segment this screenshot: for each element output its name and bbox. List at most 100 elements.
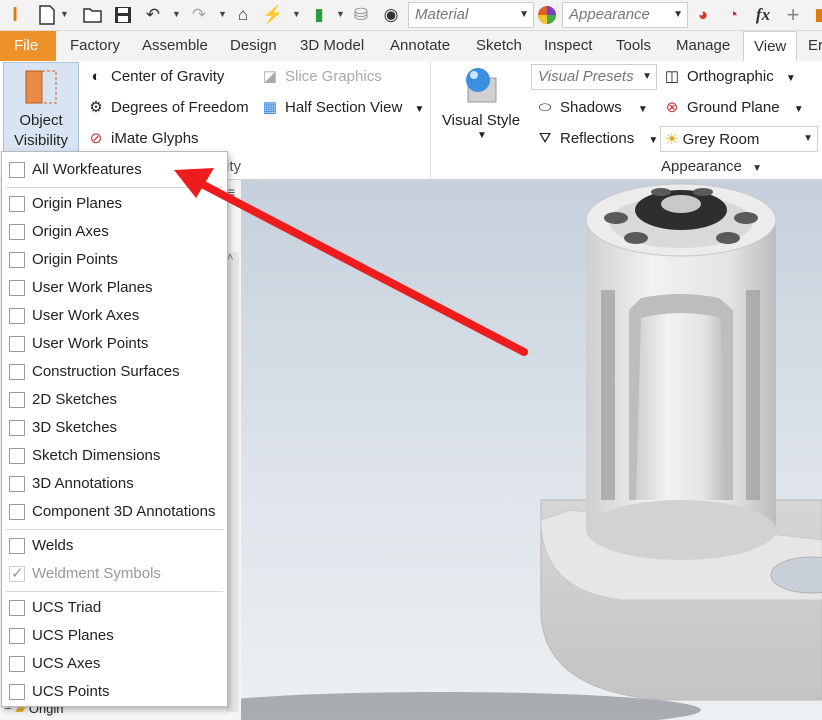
menu-item-construction-surfaces[interactable]: Construction Surfaces — [2, 359, 227, 385]
tab-sketch[interactable]: Sketch — [476, 31, 522, 61]
undo-dropdown-icon[interactable]: ▼ — [172, 9, 181, 21]
shadows-button[interactable]: ⬭ Shadows ▼ — [535, 96, 648, 120]
checkbox[interactable] — [9, 224, 25, 240]
tab-tools[interactable]: Tools — [616, 31, 651, 61]
tab-3d-model[interactable]: 3D Model — [300, 31, 364, 61]
open-folder-icon[interactable] — [82, 4, 104, 26]
color-override-icon[interactable]: ◉ — [380, 4, 402, 26]
appearance-panel-label[interactable]: Appearance ▼ — [661, 158, 762, 175]
inventor-logo-icon[interactable]: I — [4, 4, 26, 26]
tab-inspect[interactable]: Inspect — [544, 31, 592, 61]
checkbox[interactable] — [9, 538, 25, 554]
menu-item-user-work-planes[interactable]: User Work Planes — [2, 275, 227, 301]
new-file-icon[interactable] — [36, 4, 58, 26]
menu-item-ucs-points[interactable]: UCS Points — [2, 679, 227, 705]
menu-item-all-workfeatures[interactable]: All Workfeatures — [2, 157, 227, 183]
menu-item-label: UCS Planes — [32, 627, 114, 644]
menu-item-user-work-axes[interactable]: User Work Axes — [2, 303, 227, 329]
checkbox[interactable] — [9, 308, 25, 324]
shadows-dropdown-icon[interactable]: ▼ — [638, 104, 648, 115]
return-dropdown-icon[interactable]: ▼ — [292, 9, 301, 21]
checkbox-checked — [9, 564, 25, 582]
menu-item-component-3d-annotations[interactable]: Component 3D Annotations — [2, 499, 227, 525]
tab-file[interactable]: File — [0, 31, 56, 61]
menu-item-3d-annotations[interactable]: 3D Annotations — [2, 471, 227, 497]
checkbox[interactable] — [9, 420, 25, 436]
tab-assemble[interactable]: Assemble — [142, 31, 208, 61]
reflections-dropdown-icon[interactable]: ▼ — [648, 135, 658, 146]
half-section-view-button[interactable]: ▦ Half Section View ▼ — [260, 96, 424, 120]
redo-dropdown-icon[interactable]: ▼ — [218, 9, 227, 21]
fx-icon[interactable]: fx — [752, 4, 774, 26]
clear-appearance-icon[interactable]: ◔ — [722, 4, 744, 26]
checkbox[interactable] — [9, 252, 25, 268]
menu-item-origin-points[interactable]: Origin Points — [2, 247, 227, 273]
grey-room-combo[interactable]: ☀ Grey Room ▼ — [660, 126, 818, 152]
half-section-view-label: Half Section View — [285, 99, 403, 116]
checkbox[interactable] — [9, 684, 25, 700]
ground-plane-button[interactable]: ⊗ Ground Plane ▼ — [662, 96, 804, 120]
select-icon[interactable]: ⛁ — [350, 4, 372, 26]
menu-item-welds[interactable]: Welds — [2, 533, 227, 559]
checkbox[interactable] — [9, 162, 25, 178]
checkbox[interactable] — [9, 628, 25, 644]
imate-glyphs-button[interactable]: ⊘ iMate Glyphs — [86, 127, 199, 151]
checkbox[interactable] — [9, 336, 25, 352]
save-icon[interactable] — [112, 4, 134, 26]
visual-style-icon — [466, 68, 497, 103]
object-visibility-button[interactable]: Object Visibility — [3, 62, 79, 152]
menu-item-origin-axes[interactable]: Origin Axes — [2, 219, 227, 245]
quick-access-toolbar: I ▼ ↶ ▼ ↷ ▼ ⌂ ⚡ ▼ ▮ ▼ ⛁ ◉ Material ▼ App… — [0, 0, 822, 31]
menu-item-3d-sketches[interactable]: 3D Sketches — [2, 415, 227, 441]
overflow-icon[interactable]: ▮ — [808, 4, 822, 26]
visual-style-button[interactable]: Visual Style ▼ — [440, 64, 522, 144]
tab-factory[interactable]: Factory — [70, 31, 120, 61]
checkbox[interactable] — [9, 448, 25, 464]
add-icon[interactable]: + — [782, 2, 804, 27]
graphics-viewport[interactable] — [241, 180, 822, 720]
menu-item-2d-sketches[interactable]: 2D Sketches — [2, 387, 227, 413]
checkbox[interactable] — [9, 364, 25, 380]
half-section-dropdown-icon[interactable]: ▼ — [414, 104, 424, 115]
visual-presets-dropdown-icon: ▼ — [642, 71, 652, 82]
tab-manage[interactable]: Manage — [676, 31, 730, 61]
menu-separator — [6, 187, 223, 188]
adjust-appearance-icon[interactable]: ◕ — [692, 4, 714, 26]
checkbox[interactable] — [9, 600, 25, 616]
new-dropdown-icon[interactable]: ▼ — [60, 9, 69, 21]
undo-icon[interactable]: ↶ — [142, 4, 164, 26]
orthographic-dropdown-icon[interactable]: ▼ — [786, 73, 796, 84]
menu-item-ucs-planes[interactable]: UCS Planes — [2, 623, 227, 649]
ground-plane-dropdown-icon[interactable]: ▼ — [794, 104, 804, 115]
update-icon[interactable]: ▮ — [308, 4, 330, 26]
center-of-gravity-button[interactable]: ◐ Center of Gravity — [86, 65, 224, 89]
reflections-button[interactable]: ⛛ Reflections ▼ — [535, 127, 659, 151]
update-dropdown-icon[interactable]: ▼ — [336, 9, 345, 21]
slice-graphics-button[interactable]: ◪ Slice Graphics — [260, 65, 382, 89]
degrees-of-freedom-button[interactable]: ⚙ Degrees of Freedom — [86, 96, 248, 120]
checkbox[interactable] — [9, 504, 25, 520]
checkbox[interactable] — [9, 392, 25, 408]
orthographic-button[interactable]: ◫ Orthographic ▼ — [662, 65, 796, 89]
menu-item-user-work-points[interactable]: User Work Points — [2, 331, 227, 357]
return-icon[interactable]: ⚡ — [262, 4, 284, 26]
material-combo[interactable]: Material ▼ — [408, 2, 534, 28]
menu-item-ucs-triad[interactable]: UCS Triad — [2, 595, 227, 621]
tab-annotate[interactable]: Annotate — [390, 31, 450, 61]
checkbox[interactable] — [9, 196, 25, 212]
appearance-combo[interactable]: Appearance ▼ — [562, 2, 688, 28]
checkbox[interactable] — [9, 280, 25, 296]
tab-design[interactable]: Design — [230, 31, 277, 61]
redo-icon[interactable]: ↷ — [188, 4, 210, 26]
appearance-panel-text: Appearance — [661, 158, 742, 175]
menu-item-origin-planes[interactable]: Origin Planes — [2, 191, 227, 217]
menu-item-ucs-axes[interactable]: UCS Axes — [2, 651, 227, 677]
checkbox[interactable] — [9, 656, 25, 672]
checkbox[interactable] — [9, 476, 25, 492]
home-icon[interactable]: ⌂ — [232, 4, 254, 26]
visual-presets-combo[interactable]: Visual Presets ▼ — [531, 64, 657, 90]
tab-view[interactable]: View — [743, 31, 798, 61]
browser-menu-icon[interactable]: ≡ — [227, 184, 235, 200]
tab-environments[interactable]: Er — [808, 31, 822, 61]
menu-item-sketch-dimensions[interactable]: Sketch Dimensions — [2, 443, 227, 469]
